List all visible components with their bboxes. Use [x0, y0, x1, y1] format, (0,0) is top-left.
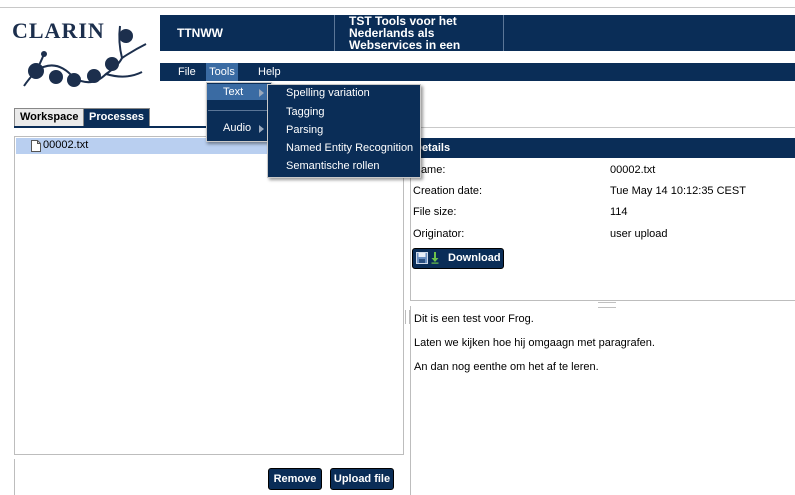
app-name: TTNWW [177, 26, 223, 40]
download-arrow-icon [431, 252, 439, 264]
remove-button[interactable]: Remove [268, 468, 322, 490]
details-header: Details [410, 138, 795, 158]
logo-text: CLARIN [12, 18, 105, 43]
menu-separator [208, 110, 268, 111]
menu-file[interactable]: File [174, 63, 200, 81]
menu-help[interactable]: Help [254, 63, 285, 81]
menu-tools[interactable]: Tools [206, 63, 238, 81]
submenu-item-semantische-rollen[interactable]: Semantische rollen [286, 160, 380, 172]
detail-label-creation-date: Creation date: [413, 185, 483, 197]
download-label: Download [448, 252, 501, 264]
workspace-file-list [14, 136, 404, 455]
document-icon [31, 140, 41, 152]
header-separator [503, 15, 504, 51]
submenu-item-spelling-variation[interactable]: Spelling variation [286, 87, 370, 99]
menu-item-audio[interactable]: Audio [223, 122, 251, 134]
upload-file-button[interactable]: Upload file [330, 468, 394, 490]
detail-label-originator: Originator: [413, 228, 465, 240]
submenu-item-parsing[interactable]: Parsing [286, 124, 323, 136]
menu-item-text[interactable]: Text [223, 86, 243, 98]
details-panel [410, 158, 795, 301]
submenu-item-named-entity-recognition[interactable]: Named Entity Recognition [286, 142, 413, 154]
tab-workspace[interactable]: Workspace [14, 108, 85, 126]
save-disk-icon [416, 252, 428, 264]
file-content-panel [410, 306, 795, 495]
top-divider [0, 7, 795, 8]
submenu-arrow-icon [259, 125, 264, 133]
header-title: TST Tools voor het Nederlands als Webser… [349, 15, 461, 51]
detail-value-name: 00002.txt [610, 164, 656, 176]
clarin-logo: CLARIN [10, 14, 150, 100]
submenu-arrow-icon [259, 89, 264, 97]
content-line: An dan nog eenthe om het af te leren. [414, 361, 599, 373]
detail-value-originator: user upload [610, 228, 668, 240]
download-button[interactable]: Download [412, 248, 504, 269]
file-name[interactable]: 00002.txt [43, 139, 88, 151]
tab-processes[interactable]: Processes [83, 108, 151, 126]
detail-value-file-size: 114 [610, 206, 628, 218]
content-line: Dit is een test voor Frog. [414, 313, 534, 325]
detail-value-creation-date: Tue May 14 10:12:35 CEST [610, 185, 746, 197]
content-line: Laten we kijken hoe hij omgaagn met para… [414, 337, 655, 349]
detail-label-file-size: File size: [413, 206, 457, 218]
header-separator [334, 15, 335, 51]
submenu-item-tagging[interactable]: Tagging [286, 106, 325, 118]
toolbar-area [405, 81, 795, 128]
